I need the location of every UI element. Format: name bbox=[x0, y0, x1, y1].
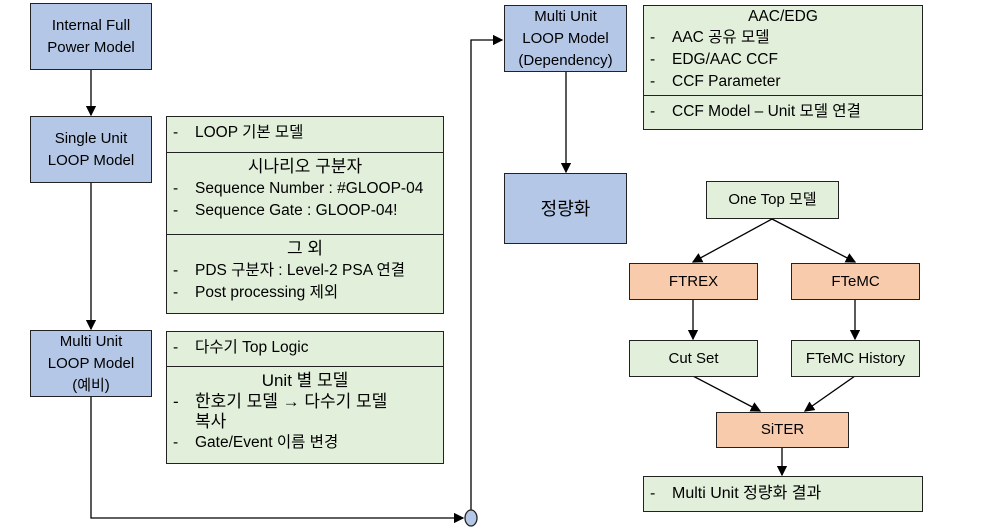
item-text: Post processing 제외 bbox=[195, 284, 339, 301]
section-title: 그 외 bbox=[286, 239, 323, 258]
item-text: EDG/AAC CCF bbox=[672, 51, 778, 68]
label: LOOP Model bbox=[522, 29, 609, 47]
panel-section: AAC/EDG - AAC 공유 모델 - EDG/AAC CCF - CCF Par… bbox=[644, 6, 922, 96]
item-text: LOOP 기본 모델 bbox=[195, 124, 304, 141]
list-item: - Multi Unit 정량화 결과 bbox=[650, 483, 916, 505]
panel-section: - CCF Model – Unit 모델 연결 bbox=[644, 96, 922, 126]
label: LOOP Model bbox=[47, 354, 135, 372]
panel-section: Unit 별 모델 - 한호기 모델 → 다수기 모델 복사 - Gate/Even… bbox=[167, 367, 443, 457]
list-item: - Sequence Gate : GLOOP-04! bbox=[173, 200, 437, 222]
label: One Top 모델 bbox=[728, 191, 817, 208]
list-item: - LOOP 기본 모델 bbox=[173, 122, 437, 144]
item-text: AAC 공유 모델 bbox=[672, 29, 770, 46]
arrow-junction-to-dependency bbox=[470, 34, 504, 510]
list-item: - Gate/Event 이름 변경 bbox=[173, 432, 437, 454]
siter-box: SiTER bbox=[716, 412, 849, 448]
aac-edg-panel: AAC/EDG - AAC 공유 모델 - EDG/AAC CCF - CCF Par… bbox=[643, 5, 923, 130]
list-item: - 다수기 Top Logic bbox=[173, 337, 437, 359]
multi-unit-notes-panel: - 다수기 Top Logic Unit 별 모델 - 한호기 모델 → 다수기 모… bbox=[166, 331, 444, 464]
panel-section: 그 외 - PDS 구분자 : Level-2 PSA 연결 - Post proc… bbox=[167, 235, 443, 307]
arrow-onetop-to-ftrex bbox=[691, 218, 773, 263]
multi-unit-loop-model-prelim-box: Multi Unit LOOP Model (예비) bbox=[30, 330, 152, 397]
list-item: - AAC 공유 모델 bbox=[650, 27, 916, 49]
single-unit-notes-panel: - LOOP 기본 모델 시나리오 구분자 - Sequence Number : … bbox=[166, 116, 444, 314]
item-text: Multi Unit 정량화 결과 bbox=[672, 485, 822, 502]
item-text: Sequence Gate : GLOOP-04! bbox=[195, 202, 398, 219]
list-item: - Sequence Number : #GLOOP-04 bbox=[173, 178, 437, 200]
label: FTeMC History bbox=[805, 349, 906, 367]
one-top-model-box: One Top 모델 bbox=[706, 181, 839, 219]
list-item: - EDG/AAC CCF bbox=[650, 49, 916, 71]
quantification-box: 정량화 bbox=[504, 173, 627, 244]
section-title: 시나리오 구분자 bbox=[247, 157, 363, 176]
label: FTeMC bbox=[831, 272, 880, 290]
list-item: - CCF Model – Unit 모델 연결 bbox=[650, 101, 916, 123]
label: (Dependency) bbox=[518, 51, 613, 69]
label: SiTER bbox=[760, 421, 805, 438]
arrow-onetop-to-ftemc bbox=[771, 218, 857, 263]
item-text: PDS 구분자 : Level-2 PSA 연결 bbox=[195, 262, 406, 279]
section-title: AAC/EDG bbox=[748, 8, 818, 25]
diagram-canvas: Internal Full Power Model Single Unit LO… bbox=[0, 0, 996, 532]
item-text: Sequence Number : #GLOOP-04 bbox=[195, 180, 424, 197]
label: Power Model bbox=[47, 38, 135, 56]
panel-section: - LOOP 기본 모델 bbox=[167, 117, 443, 153]
item-text: CCF Model – Unit 모델 연결 bbox=[672, 103, 861, 120]
label: Internal Full bbox=[51, 16, 131, 34]
label: Single Unit bbox=[54, 129, 128, 147]
label: (예비) bbox=[72, 376, 110, 394]
list-item: - CCF Parameter bbox=[650, 71, 916, 93]
ftrex-box: FTREX bbox=[629, 263, 758, 300]
list-item: - PDS 구분자 : Level-2 PSA 연결 bbox=[173, 260, 437, 282]
internal-full-power-model-box: Internal Full Power Model bbox=[30, 3, 152, 70]
single-unit-loop-model-box: Single Unit LOOP Model bbox=[30, 116, 152, 183]
label: LOOP Model bbox=[47, 151, 135, 169]
label: 정량화 bbox=[540, 198, 591, 219]
label: Multi Unit bbox=[59, 332, 123, 350]
item-text: Gate/Event 이름 변경 bbox=[195, 434, 339, 451]
result-box: - Multi Unit 정량화 결과 bbox=[643, 476, 923, 512]
label: FTREX bbox=[668, 272, 719, 290]
ftemc-box: FTeMC bbox=[791, 263, 920, 300]
panel-section: - 다수기 Top Logic bbox=[167, 332, 443, 367]
multi-unit-loop-model-dependency-box: Multi Unit LOOP Model (Dependency) bbox=[504, 5, 627, 72]
arrow-cutset-to-siter bbox=[692, 375, 762, 412]
label: Multi Unit bbox=[534, 7, 597, 25]
item-text: CCF Parameter bbox=[672, 73, 781, 90]
item-text: 한호기 모델 → 다수기 모델 복사 bbox=[195, 392, 388, 431]
list-item: - Post processing 제외 bbox=[173, 282, 437, 304]
label: Cut Set bbox=[668, 349, 719, 367]
ftemc-history-box: FTeMC History bbox=[791, 340, 920, 377]
item-text: 다수기 Top Logic bbox=[195, 339, 309, 356]
section-title: Unit 별 모델 bbox=[261, 371, 349, 390]
panel-section: 시나리오 구분자 - Sequence Number : #GLOOP-04 -S… bbox=[167, 153, 443, 235]
arrow-history-to-siter bbox=[803, 375, 856, 412]
list-item: - 한호기 모델 → 다수기 모델 복사 bbox=[173, 392, 403, 432]
cut-set-box: Cut Set bbox=[629, 340, 758, 377]
junction-node bbox=[464, 509, 478, 527]
